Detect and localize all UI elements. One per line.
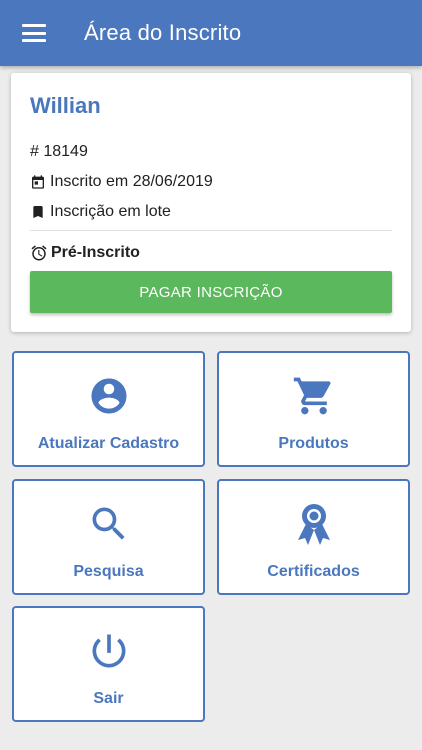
tile-logout[interactable]: Sair <box>12 606 205 722</box>
search-icon <box>87 501 131 547</box>
registration-date-row: Inscrito em 28/06/2019 <box>30 173 213 191</box>
registration-type: Inscrição em lote <box>50 203 171 220</box>
registrant-card: Willian # 18149 Inscrito em 28/06/2019 I… <box>11 73 411 332</box>
tile-label: Produtos <box>278 435 349 452</box>
tile-label: Certificados <box>267 563 360 580</box>
app-bar: Área do Inscrito <box>0 0 422 66</box>
status-text: Pré-Inscrito <box>51 244 140 261</box>
tile-label: Sair <box>93 690 124 707</box>
page-title: Área do Inscrito <box>84 20 242 45</box>
bookmark-icon <box>30 204 46 220</box>
divider <box>30 230 392 231</box>
registration-id: # 18149 <box>30 143 88 160</box>
tile-search[interactable]: Pesquisa <box>12 479 205 595</box>
tile-update-profile[interactable]: Atualizar Cadastro <box>12 351 205 467</box>
registration-type-row: Inscrição em lote <box>30 203 171 221</box>
registration-id-row: # 18149 <box>30 143 88 161</box>
alarm-icon <box>30 244 48 262</box>
pay-registration-button[interactable]: PAGAR INSCRIÇÃO <box>30 271 392 313</box>
registration-date: Inscrito em 28/06/2019 <box>50 173 213 190</box>
tile-products[interactable]: Produtos <box>217 351 410 467</box>
user-name: Willian <box>30 93 101 118</box>
calendar-icon <box>30 174 46 190</box>
status-row: Pré-Inscrito <box>30 244 140 262</box>
menu-icon[interactable] <box>22 24 46 42</box>
account-icon <box>88 373 130 419</box>
cart-icon <box>292 373 336 419</box>
tile-label: Atualizar Cadastro <box>37 435 180 452</box>
tile-certificates[interactable]: Certificados <box>217 479 410 595</box>
tile-label: Pesquisa <box>73 563 144 580</box>
power-icon <box>87 628 131 674</box>
award-icon <box>294 501 334 547</box>
